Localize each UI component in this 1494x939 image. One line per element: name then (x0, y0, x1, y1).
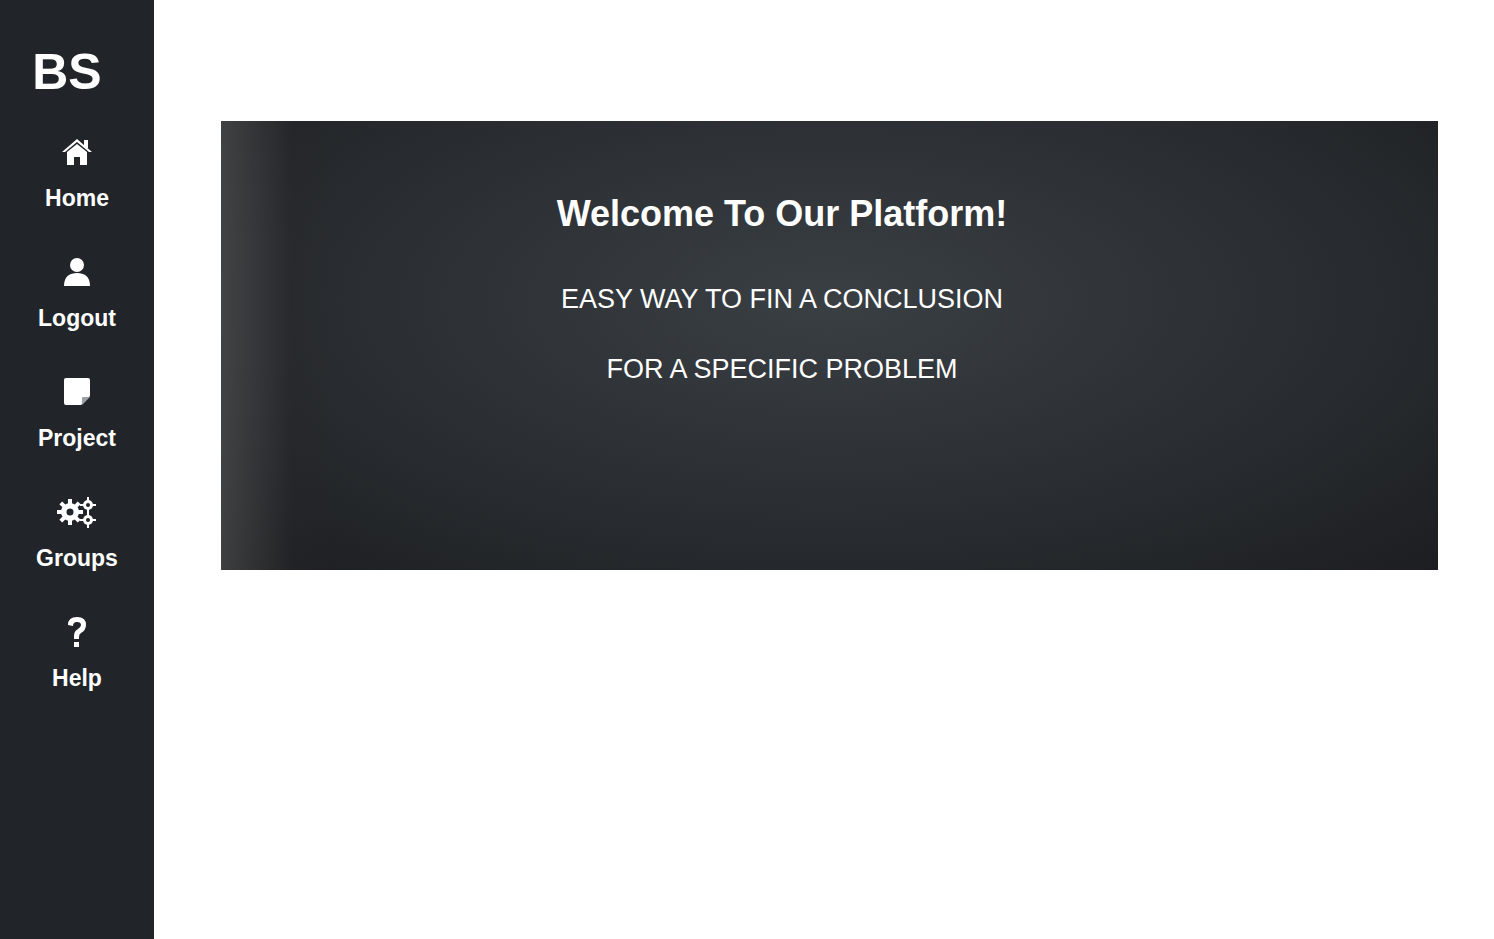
banner-title: Welcome To Our Platform! (557, 191, 1008, 237)
sidebar-label: Project (38, 424, 116, 452)
banner-line: EASY WAY TO FIN A CONCLUSION (557, 281, 1008, 317)
sidebar-label: Logout (38, 304, 116, 332)
page: BS Home Logout Project Groups Help Welco… (0, 0, 1494, 939)
sidebar-label: Help (52, 664, 102, 692)
gears-icon (57, 496, 97, 528)
sidebar-item[interactable]: Logout (38, 254, 116, 374)
home-icon (60, 137, 94, 167)
sidebar: BS Home Logout Project Groups Help (0, 0, 154, 939)
sidebar-item[interactable]: Groups (36, 494, 118, 614)
banner: Welcome To Our Platform! EASY WAY TO FIN… (221, 121, 1438, 570)
logo[interactable]: BS (32, 44, 101, 100)
content: Welcome To Our Platform! EASY WAY TO FIN… (154, 0, 1494, 939)
sidebar-item[interactable]: Project (38, 374, 116, 494)
sidebar-label: Groups (36, 544, 118, 572)
banner-line: FOR A SPECIFIC PROBLEM (557, 351, 1008, 387)
user-icon (62, 256, 92, 288)
sidebar-label: Home (45, 184, 109, 212)
help-icon (65, 615, 89, 649)
sidebar-item[interactable]: Home (45, 134, 109, 254)
sidebar-item[interactable]: Help (52, 614, 102, 734)
banner-caption: Welcome To Our Platform! EASY WAY TO FIN… (557, 191, 1008, 570)
note-icon (62, 377, 92, 407)
